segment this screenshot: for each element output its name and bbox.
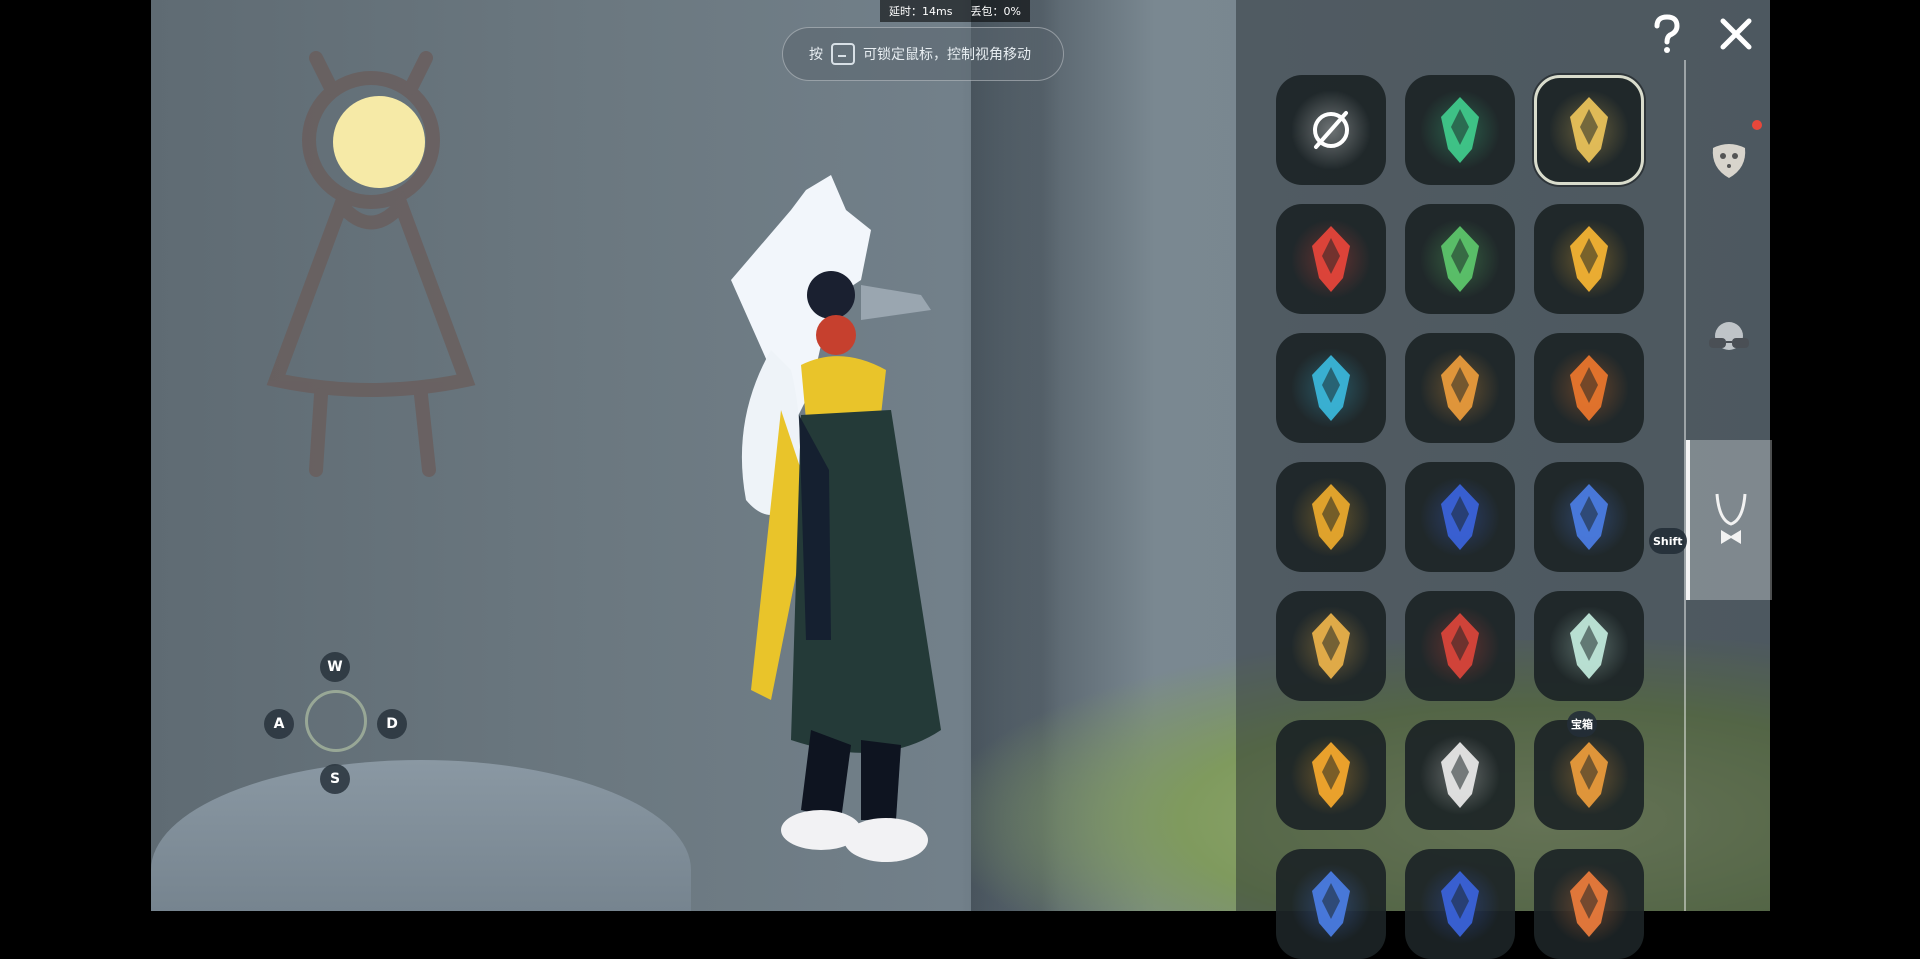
tab-necklace[interactable]: [1686, 440, 1772, 600]
item-slot[interactable]: [1405, 75, 1515, 185]
swirl-emblem-icon: [1420, 864, 1500, 944]
item-slot[interactable]: [1534, 591, 1644, 701]
crystal-emblem-icon: [1549, 348, 1629, 428]
wings-emblem-icon: [1291, 477, 1371, 557]
help-button[interactable]: [1647, 14, 1687, 54]
mouse-lock-hint: 按 可锁定鼠标，控制视角移动: [782, 27, 1064, 81]
flame-emblem-icon: [1420, 606, 1500, 686]
packet-loss-text: 丢包：0%: [970, 5, 1021, 18]
mask-icon: [1712, 144, 1746, 178]
item-slot[interactable]: [1405, 720, 1515, 830]
castle-emblem-icon: [1291, 219, 1371, 299]
wall-mural: [266, 51, 476, 477]
question-mark-icon: [1654, 14, 1680, 53]
item-slot[interactable]: [1534, 462, 1644, 572]
item-slot[interactable]: [1534, 333, 1644, 443]
latency-text: 延时：14ms: [889, 5, 953, 18]
category-tabs: [1684, 60, 1772, 911]
item-slot[interactable]: [1405, 849, 1515, 959]
joystick-ring[interactable]: [305, 690, 367, 752]
item-slot[interactable]: [1276, 75, 1386, 185]
crescent-emblem-icon: [1291, 864, 1371, 944]
player-character: [731, 175, 941, 862]
arrow-emblem-icon: [1291, 348, 1371, 428]
network-status: 延时：14ms 丢包：0%: [880, 0, 1030, 22]
item-slot[interactable]: [1276, 204, 1386, 314]
deer-emblem-icon: [1549, 606, 1629, 686]
item-slot[interactable]: [1534, 75, 1644, 185]
stone-ledge: [151, 760, 691, 911]
trident-emblem-icon: [1420, 90, 1500, 170]
glasses-icon: [1709, 322, 1749, 350]
horn-emblem-icon: [1549, 735, 1629, 815]
move-right-key[interactable]: D: [377, 709, 407, 739]
item-slot[interactable]: [1405, 591, 1515, 701]
item-slot[interactable]: [1405, 462, 1515, 572]
notification-dot: [1752, 120, 1762, 130]
key-emblem-icon: [1291, 735, 1371, 815]
none-slash-icon: [1291, 90, 1371, 170]
move-left-key[interactable]: A: [264, 709, 294, 739]
hint-text: 可锁定鼠标，控制视角移动: [863, 47, 1031, 63]
close-x-icon: [1720, 18, 1752, 50]
item-slot[interactable]: [1405, 204, 1515, 314]
cape-emblem-icon: [1549, 864, 1629, 944]
tab-glasses[interactable]: [1686, 260, 1772, 420]
rune-emblem-icon: [1420, 477, 1500, 557]
move-up-key[interactable]: W: [320, 652, 350, 682]
item-slot[interactable]: [1534, 204, 1644, 314]
tab-mask[interactable]: [1686, 80, 1772, 240]
necklace-icon: [1715, 493, 1747, 544]
fleur-de-lis-emblem-icon: [1420, 219, 1500, 299]
item-slot[interactable]: [1276, 720, 1386, 830]
item-slot[interactable]: [1534, 849, 1644, 959]
mouse-emblem-icon: [1420, 735, 1500, 815]
item-slot[interactable]: [1276, 849, 1386, 959]
fox-emblem-icon: [1549, 219, 1629, 299]
shift-hint-badge: Shift: [1649, 528, 1687, 554]
star-compass-emblem-icon: [1549, 90, 1629, 170]
gate-emblem-icon: [1420, 348, 1500, 428]
item-grid: [1276, 75, 1644, 959]
move-down-key[interactable]: S: [320, 764, 350, 794]
item-slot[interactable]: [1276, 591, 1386, 701]
item-slot[interactable]: [1405, 333, 1515, 443]
treasure-label-badge: 宝箱: [1567, 711, 1597, 737]
appearance-panel: [1236, 0, 1772, 959]
hint-prefix: 按: [809, 47, 823, 63]
moon-star-emblem-icon: [1549, 477, 1629, 557]
item-slot[interactable]: [1276, 462, 1386, 572]
mountain-emblem-icon: [1291, 606, 1371, 686]
item-slot[interactable]: [1276, 333, 1386, 443]
item-slot[interactable]: [1534, 720, 1644, 830]
close-button[interactable]: [1716, 14, 1756, 54]
keyboard-key-icon: [831, 43, 855, 65]
